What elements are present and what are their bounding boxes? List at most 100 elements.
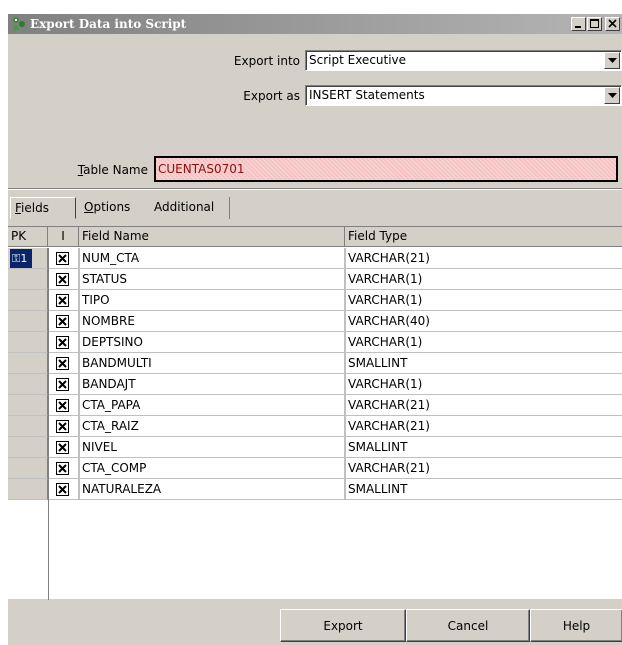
chevron-down-icon [608, 58, 617, 63]
table-name-input[interactable]: CUENTAS0701 [154, 156, 618, 182]
include-checkbox[interactable] [56, 294, 69, 307]
pk-cell[interactable] [8, 416, 48, 437]
include-checkbox[interactable] [56, 420, 69, 433]
pk-cell[interactable] [8, 458, 48, 479]
export-script-icon [13, 17, 25, 31]
table-row[interactable]: BANDAJT VARCHAR(1) [8, 374, 622, 395]
export-as-select[interactable]: INSERT Statements [305, 85, 622, 106]
table-row[interactable]: NATURALEZA SMALLINT [8, 479, 622, 500]
tab-options-label: ptions [93, 200, 131, 214]
cancel-button[interactable]: Cancel [406, 609, 530, 642]
minimize-button[interactable] [571, 17, 586, 31]
include-checkbox[interactable] [56, 273, 69, 286]
include-checkbox[interactable] [56, 315, 69, 328]
field-name-cell[interactable]: NUM_CTA [79, 248, 345, 269]
field-type-cell[interactable]: VARCHAR(1) [345, 374, 622, 395]
field-type-cell[interactable]: VARCHAR(1) [345, 332, 622, 353]
table-row[interactable]: BANDMULTI SMALLINT [8, 353, 622, 374]
tab-options[interactable]: Options [80, 197, 150, 219]
checkmark-x-icon [58, 275, 67, 284]
table-name-label-rest: able Name [83, 163, 148, 177]
pk-cell[interactable] [8, 311, 48, 332]
include-checkbox[interactable] [56, 378, 69, 391]
export-as-value: INSERT Statements [309, 88, 425, 102]
include-checkbox[interactable] [56, 357, 69, 370]
field-type-cell[interactable]: SMALLINT [345, 479, 622, 500]
include-checkbox[interactable] [56, 483, 69, 496]
table-row[interactable]: TIPO VARCHAR(1) [8, 290, 622, 311]
close-button[interactable] [605, 17, 620, 31]
field-name-cell[interactable]: NIVEL [79, 437, 345, 458]
fields-grid[interactable]: PK I Field Name Field Type ⚿1 NUM_CTA VARC… [8, 226, 622, 600]
field-type-cell[interactable]: SMALLINT [345, 353, 622, 374]
pk-cell[interactable] [8, 332, 48, 353]
field-name-cell[interactable]: DEPTSINO [79, 332, 345, 353]
column-header-pk[interactable]: PK [8, 227, 48, 247]
export-button[interactable]: Export [280, 609, 406, 642]
field-name-cell[interactable]: TIPO [79, 290, 345, 311]
table-row[interactable]: CTA_COMP VARCHAR(21) [8, 458, 622, 479]
pk-cell[interactable]: ⚿1 [8, 248, 48, 269]
field-type-cell[interactable]: VARCHAR(1) [345, 290, 622, 311]
table-row[interactable]: CTA_PAPA VARCHAR(21) [8, 395, 622, 416]
checkmark-x-icon [58, 296, 67, 305]
include-cell [48, 248, 79, 269]
column-header-i[interactable]: I [48, 227, 79, 247]
field-type-cell[interactable]: VARCHAR(21) [345, 395, 622, 416]
field-name-cell[interactable]: BANDAJT [79, 374, 345, 395]
export-into-dropdown-button[interactable] [604, 52, 620, 69]
pk-cell[interactable] [8, 437, 48, 458]
field-name-cell[interactable]: CTA_RAIZ [79, 416, 345, 437]
field-name-cell[interactable]: CTA_COMP [79, 458, 345, 479]
include-cell [48, 269, 79, 290]
field-type-cell[interactable]: VARCHAR(40) [345, 311, 622, 332]
checkmark-x-icon [58, 422, 67, 431]
field-type-cell[interactable]: SMALLINT [345, 437, 622, 458]
field-name-cell[interactable]: BANDMULTI [79, 353, 345, 374]
include-cell [48, 479, 79, 500]
table-name-label: Table Name [48, 162, 148, 178]
include-cell [48, 458, 79, 479]
include-checkbox[interactable] [56, 462, 69, 475]
export-into-select[interactable]: Script Executive [305, 50, 622, 71]
field-type-cell[interactable]: VARCHAR(21) [345, 458, 622, 479]
field-name-cell[interactable]: NOMBRE [79, 311, 345, 332]
include-checkbox[interactable] [56, 336, 69, 349]
field-name-cell[interactable]: CTA_PAPA [79, 395, 345, 416]
tab-additional[interactable]: Additional [150, 197, 230, 219]
pk-cell[interactable] [8, 269, 48, 290]
pk-cell[interactable] [8, 479, 48, 500]
tab-fields[interactable]: Fields [10, 197, 76, 219]
column-header-field-type[interactable]: Field Type [345, 227, 622, 247]
field-type-cell[interactable]: VARCHAR(21) [345, 416, 622, 437]
table-row[interactable]: CTA_RAIZ VARCHAR(21) [8, 416, 622, 437]
export-as-dropdown-button[interactable] [604, 87, 620, 104]
separator [8, 188, 622, 190]
export-dialog: Export Data into Script Export into Scri… [8, 14, 622, 645]
field-type-cell[interactable]: VARCHAR(1) [345, 269, 622, 290]
pk-cell[interactable] [8, 374, 48, 395]
table-row[interactable]: ⚿1 NUM_CTA VARCHAR(21) [8, 248, 622, 269]
table-row[interactable]: NOMBRE VARCHAR(40) [8, 311, 622, 332]
field-name-cell[interactable]: NATURALEZA [79, 479, 345, 500]
pk-cell[interactable] [8, 395, 48, 416]
pk-cell[interactable] [8, 353, 48, 374]
checkmark-x-icon [58, 359, 67, 368]
primary-key-icon: ⚿1 [10, 249, 32, 268]
field-type-cell[interactable]: VARCHAR(21) [345, 248, 622, 269]
table-row[interactable]: STATUS VARCHAR(1) [8, 269, 622, 290]
table-row[interactable]: NIVEL SMALLINT [8, 437, 622, 458]
grid-line [79, 248, 80, 500]
pk-cell[interactable] [8, 290, 48, 311]
help-button[interactable]: Help [530, 609, 622, 642]
checkmark-x-icon [58, 485, 67, 494]
field-name-cell[interactable]: STATUS [79, 269, 345, 290]
maximize-button[interactable] [587, 17, 602, 31]
table-row[interactable]: DEPTSINO VARCHAR(1) [8, 332, 622, 353]
checkmark-x-icon [58, 317, 67, 326]
title-bar[interactable]: Export Data into Script [8, 14, 622, 34]
include-checkbox[interactable] [56, 441, 69, 454]
include-checkbox[interactable] [56, 252, 69, 265]
include-checkbox[interactable] [56, 399, 69, 412]
column-header-field-name[interactable]: Field Name [79, 227, 345, 247]
